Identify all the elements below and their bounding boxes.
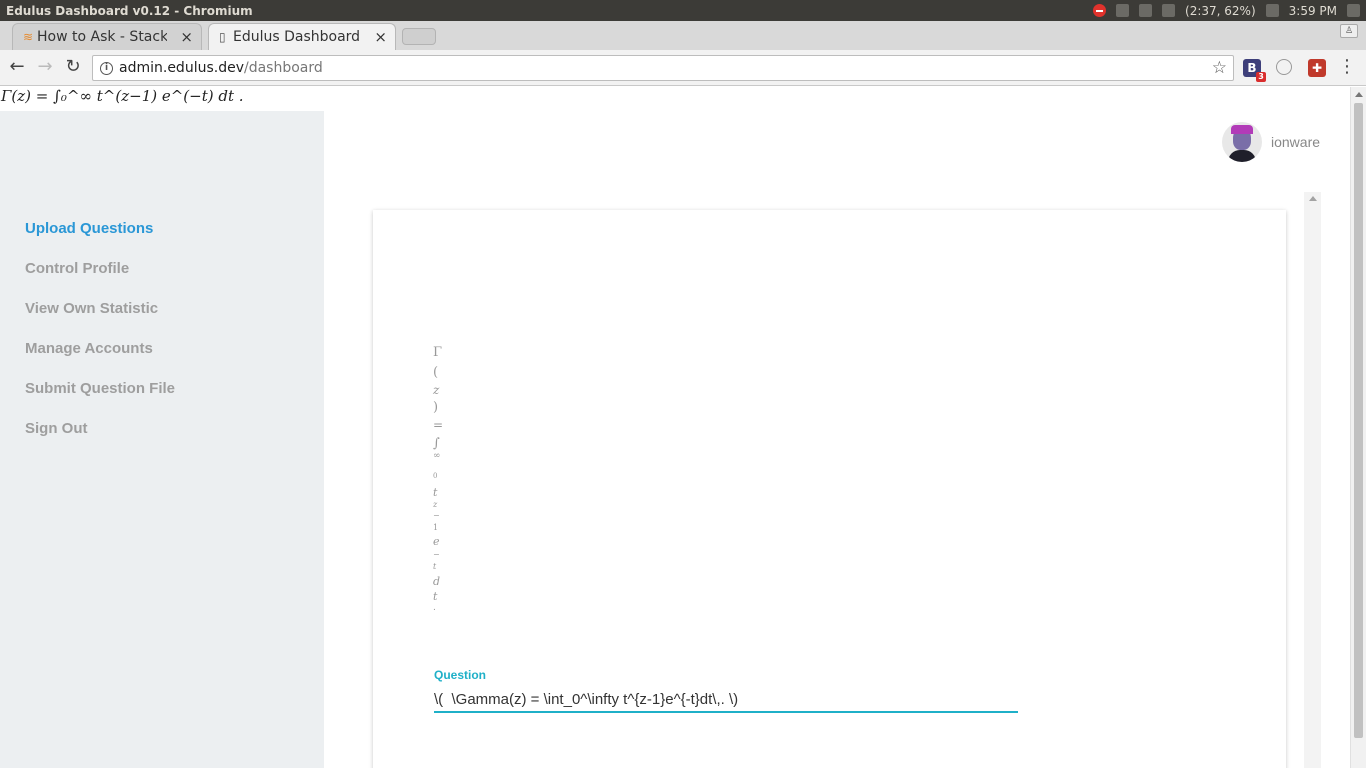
sidebar-item-manage-accounts[interactable]: Manage Accounts [25, 340, 153, 357]
back-button[interactable]: ← [6, 56, 28, 78]
math-glyph: − [433, 550, 440, 559]
math-glyph: d [433, 575, 441, 588]
math-glyph: 0 [433, 472, 438, 480]
battery-icon[interactable] [1162, 4, 1176, 17]
content-scroll-track[interactable] [1304, 192, 1321, 768]
keyboard-icon[interactable] [1139, 4, 1153, 17]
reload-button[interactable]: ↻ [62, 56, 84, 78]
upload-question-card: Γ ( z ) = ∫ ∞ 0 t z − 1 e − t d t . Ques… [373, 210, 1286, 768]
browser-menu-icon[interactable]: ⋮ [1338, 58, 1356, 76]
new-tab-button[interactable] [402, 28, 436, 45]
scroll-up-icon[interactable] [1309, 196, 1317, 201]
math-glyph: t [433, 486, 438, 499]
math-glyph: ∫ [433, 436, 440, 451]
username[interactable]: ionware [1271, 134, 1320, 150]
rendered-math-formula: Γ(z) = ∫₀^∞ t^(z−1) e^(−t) dt . [1, 87, 244, 105]
volume-icon[interactable] [1265, 4, 1279, 17]
math-glyph: ) [433, 400, 439, 415]
math-glyph: . [433, 603, 436, 613]
math-glyph: t [433, 590, 438, 603]
sidebar-item-view-own-statistic[interactable]: View Own Statistic [25, 300, 158, 317]
sidebar-item-upload-questions[interactable]: Upload Questions [25, 220, 153, 237]
extension-badge: 3 [1256, 72, 1266, 82]
os-top-bar: Edulus Dashboard v0.12 - Chromium (2:37,… [0, 0, 1366, 21]
math-glyph: − [433, 511, 440, 520]
math-glyph: 1 [433, 523, 439, 532]
math-glyph: ∞ [433, 451, 441, 461]
scrollbar-thumb[interactable] [1354, 103, 1363, 738]
clock[interactable]: 3:59 PM [1289, 4, 1337, 18]
dropbox-icon[interactable] [1116, 4, 1130, 17]
question-input[interactable] [434, 687, 1018, 713]
url-path: /dashboard [243, 60, 323, 76]
extension-red-icon[interactable]: ✚ [1308, 59, 1326, 77]
scroll-up-icon[interactable] [1355, 92, 1363, 97]
forward-button[interactable]: → [34, 56, 56, 78]
close-tab-icon[interactable]: × [180, 28, 193, 46]
profile-icon[interactable]: ♙ [1340, 24, 1358, 38]
math-glyph: Γ [433, 345, 443, 360]
user-menu[interactable]: ionware [1222, 121, 1320, 163]
sidebar-item-control-profile[interactable]: Control Profile [25, 260, 129, 277]
extension-circle-icon[interactable] [1276, 59, 1292, 75]
window-title: Edulus Dashboard v0.12 - Chromium [6, 3, 253, 18]
address-bar[interactable]: i admin.edulus.dev/dashboard ☆ [92, 55, 1234, 81]
close-tab-icon[interactable]: × [374, 28, 387, 46]
math-glyph: e [433, 535, 440, 548]
page-icon: ▯ [219, 30, 226, 44]
tab-strip: ≋ How to Ask - Stack O × ▯ Edulus Dashbo… [0, 21, 1366, 50]
os-indicators: (2:37, 62%) 3:59 PM [1093, 0, 1366, 21]
math-glyph: z [433, 500, 438, 509]
system-menu-icon[interactable] [1347, 4, 1360, 17]
browser-toolbar: ← → ↻ i admin.edulus.dev/dashboard ☆ B3 … [0, 50, 1366, 86]
url-host: admin.edulus.dev [119, 60, 244, 76]
math-preview: Γ ( z ) = ∫ ∞ 0 t z − 1 e − t d t . [433, 346, 453, 613]
bookmark-star-icon[interactable]: ☆ [1212, 58, 1227, 78]
page-scrollbar[interactable] [1350, 87, 1366, 768]
math-glyph: ( [433, 365, 439, 380]
extension-b-icon[interactable]: B3 [1243, 59, 1266, 82]
math-glyph: z [433, 383, 440, 397]
math-glyph: = [433, 418, 444, 432]
tab-label: How to Ask - Stack O [37, 29, 167, 45]
sidebar-item-sign-out[interactable]: Sign Out [25, 420, 88, 437]
stackoverflow-icon: ≋ [23, 30, 34, 44]
info-icon[interactable]: i [100, 62, 113, 75]
sidebar: Upload Questions Control Profile View Ow… [0, 111, 324, 768]
stop-indicator-icon[interactable] [1093, 4, 1107, 17]
sidebar-item-submit-question-file[interactable]: Submit Question File [25, 380, 175, 397]
question-label: Question [434, 668, 487, 682]
page-content: Γ(z) = ∫₀^∞ t^(z−1) e^(−t) dt . Upload Q… [0, 87, 1350, 768]
avatar[interactable] [1222, 122, 1262, 162]
tab-how-to-ask[interactable]: ≋ How to Ask - Stack O × [12, 23, 202, 50]
tab-edulus-dashboard[interactable]: ▯ Edulus Dashboard v × [208, 23, 396, 50]
math-glyph: t [433, 562, 437, 571]
tab-label: Edulus Dashboard v [233, 29, 363, 45]
battery-status[interactable]: (2:37, 62%) [1185, 4, 1256, 18]
